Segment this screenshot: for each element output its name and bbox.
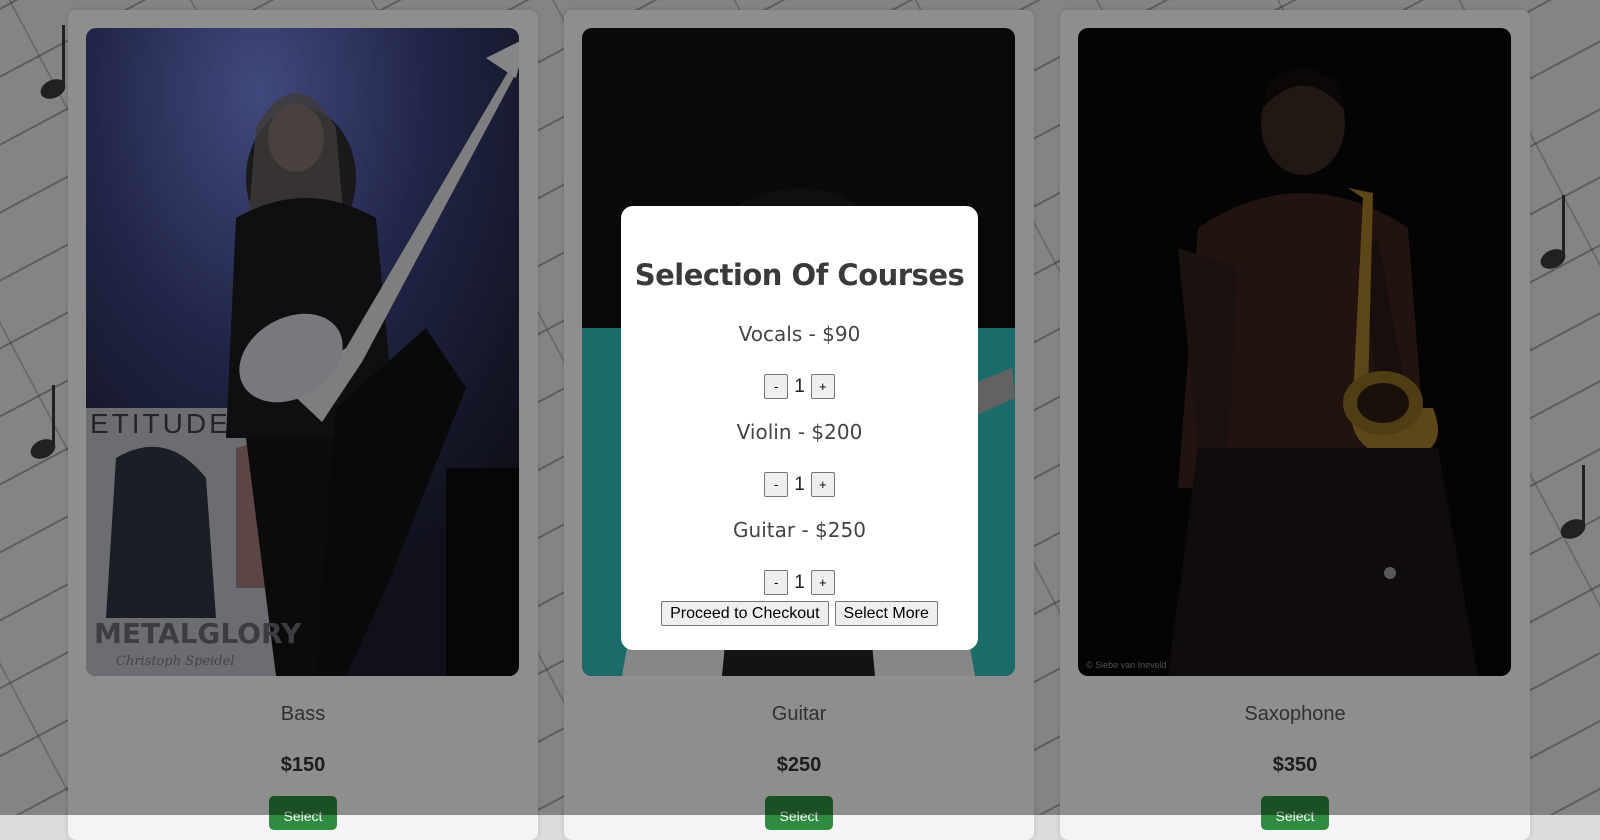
course-label: Guitar - $250 xyxy=(733,518,866,542)
increment-button[interactable]: + xyxy=(810,374,835,399)
course-item-guitar: Guitar - $250 xyxy=(621,518,978,542)
quantity-stepper-violin: - 1 + xyxy=(621,472,978,497)
course-selection-modal: Selection Of Courses Vocals - $90 - 1 + … xyxy=(621,206,978,650)
decrement-button[interactable]: - xyxy=(764,374,789,399)
course-label: Vocals - $90 xyxy=(738,322,861,346)
decrement-button[interactable]: - xyxy=(764,472,789,497)
increment-button[interactable]: + xyxy=(810,570,835,595)
course-label: Violin - $200 xyxy=(736,420,863,444)
quantity-stepper-guitar: - 1 + xyxy=(621,570,978,595)
quantity-value: 1 xyxy=(794,375,805,397)
quantity-value: 1 xyxy=(794,571,805,593)
course-item-vocals: Vocals - $90 xyxy=(621,322,978,346)
proceed-to-checkout-button[interactable]: Proceed to Checkout xyxy=(661,601,829,626)
quantity-value: 1 xyxy=(794,473,805,495)
quantity-stepper-vocals: - 1 + xyxy=(621,374,978,399)
modal-title: Selection Of Courses xyxy=(634,258,965,292)
select-more-button[interactable]: Select More xyxy=(834,601,938,626)
increment-button[interactable]: + xyxy=(810,472,835,497)
course-item-violin: Violin - $200 xyxy=(621,420,978,444)
modal-actions: Proceed to Checkout Select More xyxy=(621,601,978,626)
decrement-button[interactable]: - xyxy=(764,570,789,595)
